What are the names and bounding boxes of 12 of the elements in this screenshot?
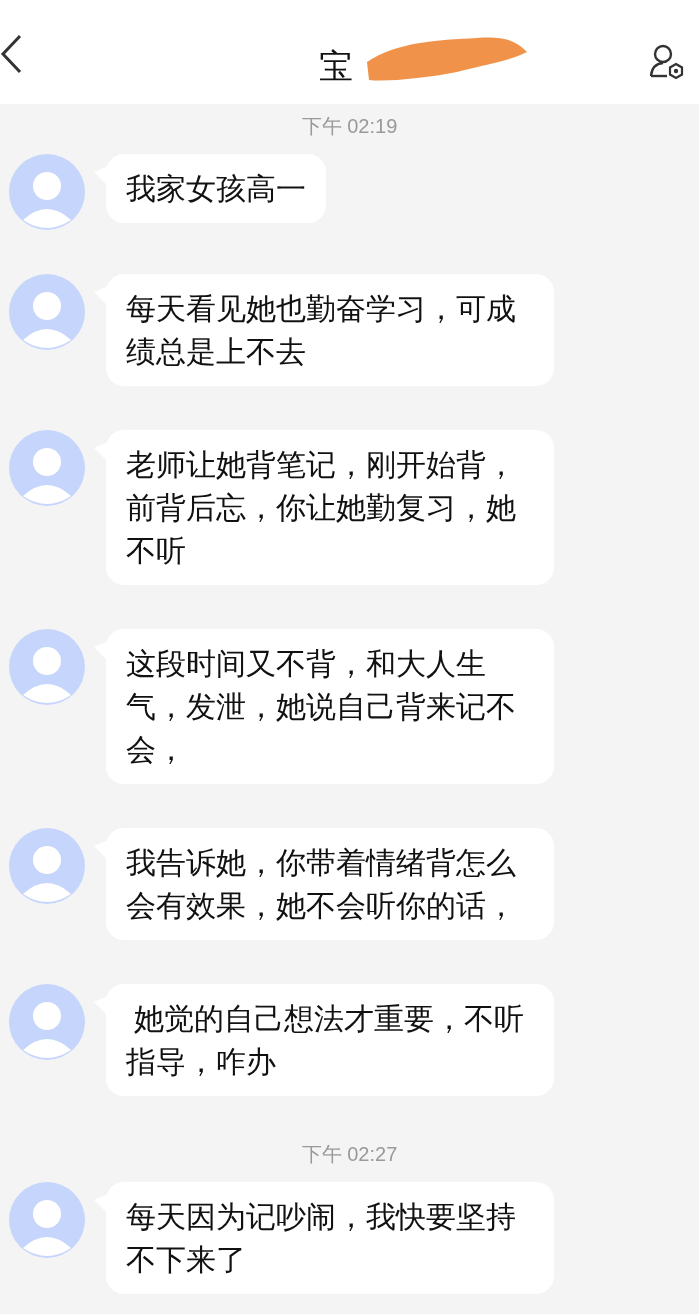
avatar-icon [9,154,85,230]
timestamp: 下午 02:27 [301,1142,398,1167]
avatar-icon [9,274,85,350]
avatar-icon [9,430,85,506]
timestamp: 下午 02:19 [301,114,398,139]
avatar-icon [9,629,85,705]
avatar-icon [9,984,85,1060]
contact-settings-icon[interactable] [649,44,685,80]
back-icon[interactable] [0,34,22,74]
avatar-icon [9,1182,85,1258]
chat-title: 宝 [318,46,353,87]
avatar-icon [9,828,85,904]
